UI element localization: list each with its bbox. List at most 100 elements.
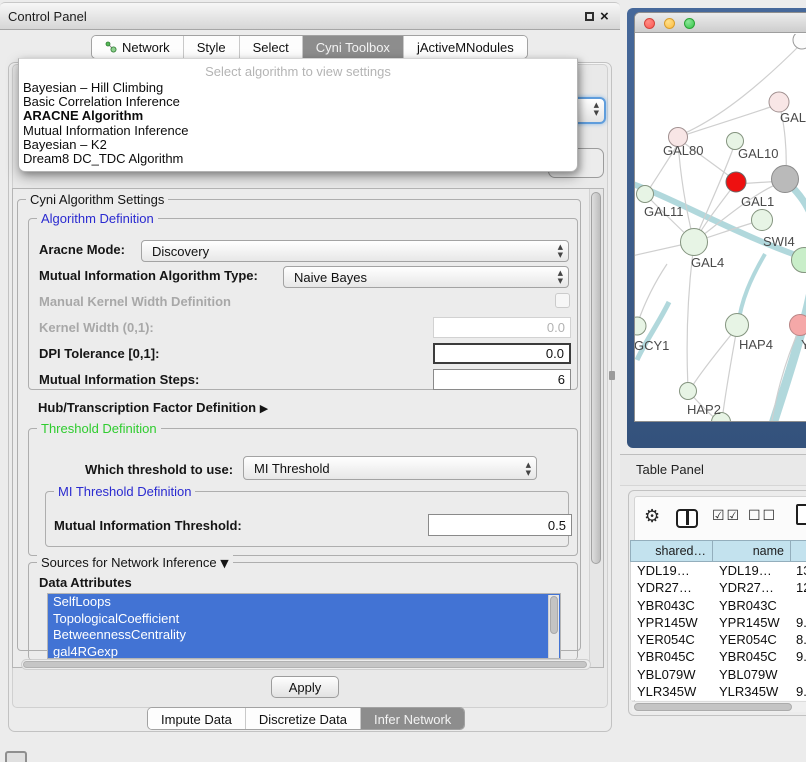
table-row[interactable]: YDR27…YDR27…12	[631, 579, 806, 596]
collapsed-arrow-icon: ▶	[260, 402, 268, 415]
tab-discretize-data[interactable]: Discretize Data	[246, 708, 361, 730]
label-gal10: GAL10	[738, 146, 778, 161]
node-unlabeled[interactable]	[793, 34, 806, 49]
sources-title[interactable]: Sources for Network Inference ▼	[37, 555, 233, 570]
zoom-traffic-light-icon[interactable]	[684, 18, 695, 29]
attribute-topologicalcoefficient[interactable]: TopologicalCoefficient	[48, 611, 560, 628]
network-window-titlebar[interactable]	[635, 13, 806, 33]
table-panel-title: Table Panel	[636, 454, 704, 486]
label-hap4: HAP4	[739, 337, 773, 352]
mi-algorithm-type-combobox[interactable]: Naive Bayes ▲▼	[283, 266, 569, 288]
stepper-icon: ▲▼	[526, 461, 531, 477]
threshold-definition-title: Threshold Definition	[37, 421, 161, 436]
attribute-selfloops[interactable]: SelfLoops	[48, 594, 560, 611]
node-gal1[interactable]	[752, 210, 773, 231]
vertical-scrollbar[interactable]	[589, 189, 603, 667]
tab-infer-network[interactable]: Infer Network	[361, 708, 464, 730]
horizontal-scrollbar-thumb[interactable]	[23, 661, 587, 668]
label-gal-partial: GAL	[780, 110, 806, 125]
node-hap2[interactable]	[680, 383, 697, 400]
column-header-clipped[interactable]	[791, 541, 806, 561]
label-y-partial: Y	[801, 337, 806, 352]
node-gray[interactable]	[772, 166, 799, 193]
tab-impute-data[interactable]: Impute Data	[148, 708, 246, 730]
dropdown-item-aracne[interactable]: ARACNE Algorithm	[19, 109, 577, 123]
table-horizontal-scrollbar[interactable]	[632, 701, 806, 712]
panel-resize-handle[interactable]	[609, 371, 615, 380]
control-panel-tabbar: Network Style Select Cyni Toolbox jActiv…	[91, 35, 528, 59]
close-traffic-light-icon[interactable]	[644, 18, 655, 29]
dropdown-item-dream8[interactable]: Dream8 DC_TDC Algorithm	[19, 152, 577, 166]
attribute-betweennesscentrality[interactable]: BetweennessCentrality	[48, 627, 560, 644]
tab-select[interactable]: Select	[240, 36, 303, 58]
horizontal-scrollbar[interactable]	[21, 659, 591, 670]
minimized-panel-icon[interactable]	[5, 751, 27, 762]
table-row[interactable]: YPR145WYPR145W9.	[631, 614, 806, 631]
table-row[interactable]: YBR043CYBR043C	[631, 597, 806, 614]
data-attributes-label: Data Attributes	[39, 575, 132, 590]
mi-steps-input[interactable]: 6	[433, 369, 571, 390]
table-row[interactable]: YDL19…YDL19…13	[631, 562, 806, 579]
dropdown-item-bayesian-hill-climbing[interactable]: Bayesian – Hill Climbing	[19, 81, 577, 95]
mi-threshold-input[interactable]: 0.5	[428, 514, 572, 536]
document-icon[interactable]	[796, 504, 806, 525]
mi-threshold-definition-title: MI Threshold Definition	[54, 484, 195, 499]
vertical-scrollbar-thumb[interactable]	[591, 192, 601, 564]
table-row[interactable]: YLR345WYLR345W9.	[631, 683, 806, 700]
tab-cyni-toolbox[interactable]: Cyni Toolbox	[303, 36, 404, 58]
cyni-algorithm-settings-title: Cyni Algorithm Settings	[26, 192, 168, 207]
tab-style[interactable]: Style	[184, 36, 240, 58]
stepper-icon: ▲▼	[558, 269, 563, 285]
threshold-definition-group: Threshold Definition Which threshold to …	[28, 428, 578, 556]
node-y-partial[interactable]	[790, 315, 806, 336]
list-scrollbar-thumb[interactable]	[550, 596, 558, 634]
gear-icon[interactable]: ⚙	[644, 505, 660, 529]
list-scrollbar[interactable]	[548, 595, 559, 658]
node-gal-partial[interactable]	[769, 92, 789, 112]
table-row[interactable]: YER054CYER054C8.	[631, 631, 806, 648]
table-header-row: shared… name	[630, 540, 806, 562]
close-icon[interactable]: ×	[600, 6, 609, 28]
label-gal4: GAL4	[691, 255, 724, 270]
algorithm-definition-title: Algorithm Definition	[37, 211, 158, 226]
network-icon	[105, 41, 117, 53]
network-nodes	[635, 34, 806, 422]
tab-jactivemnodules[interactable]: jActiveMNodules	[404, 36, 527, 58]
table-row[interactable]: YBL079WYBL079W	[631, 666, 806, 683]
dropdown-item-mutual-information[interactable]: Mutual Information Inference	[19, 124, 577, 138]
column-header-name[interactable]: name	[713, 541, 791, 561]
which-threshold-combobox[interactable]: MI Threshold ▲▼	[243, 456, 537, 480]
table-horizontal-scrollbar-thumb[interactable]	[634, 703, 792, 711]
tab-network[interactable]: Network	[92, 36, 184, 58]
node-gal4[interactable]	[681, 229, 708, 256]
column-layout-icon[interactable]	[676, 509, 698, 528]
aracne-mode-combobox[interactable]: Discovery ▲▼	[141, 240, 569, 262]
node-red-selected[interactable]	[726, 172, 746, 192]
dropdown-item-bayesian-k2[interactable]: Bayesian – K2	[19, 138, 577, 152]
attribute-gal4rgexp[interactable]: gal4RGexp	[48, 644, 560, 660]
node-gal11[interactable]	[637, 186, 654, 203]
apply-button[interactable]: Apply	[271, 676, 339, 698]
table-row[interactable]: YBR045CYBR045C9.	[631, 648, 806, 665]
settings-scrollpane: Cyni Algorithm Settings Algorithm Defini…	[12, 188, 604, 668]
network-graph: GAL GAL80 GAL10 GAL1 GAL11 GAL4 SWI4 GCY…	[635, 34, 806, 422]
node-gcy1[interactable]	[635, 317, 646, 335]
mi-threshold-definition-group: MI Threshold Definition Mutual Informati…	[45, 491, 569, 547]
network-node-labels: GAL GAL80 GAL10 GAL1 GAL11 GAL4 SWI4 GCY…	[635, 110, 806, 417]
float-window-icon[interactable]	[585, 12, 594, 21]
table-body: YDL19…YDL19…13 YDR27…YDR27…12 YBR043CYBR…	[630, 562, 806, 700]
dropdown-prompt: Select algorithm to view settings	[19, 59, 577, 81]
network-canvas[interactable]: GAL GAL80 GAL10 GAL1 GAL11 GAL4 SWI4 GCY…	[635, 34, 806, 422]
label-hap2: HAP2	[687, 402, 721, 417]
algorithm-definition-group: Algorithm Definition Aracne Mode: Discov…	[28, 218, 578, 390]
expanded-arrow-icon: ▼	[220, 557, 228, 570]
minimize-traffic-light-icon[interactable]	[664, 18, 675, 29]
column-header-shared[interactable]: shared…	[631, 541, 713, 561]
network-window: GAL GAL80 GAL10 GAL1 GAL11 GAL4 SWI4 GCY…	[634, 12, 806, 422]
hub-section-toggle[interactable]: Hub/Transcription Factor Definition ▶	[38, 400, 268, 415]
node-hap4[interactable]	[726, 314, 749, 337]
deselect-all-checkboxes-icon[interactable]: ☐☐	[748, 508, 777, 524]
dpi-tolerance-input[interactable]: 0.0	[433, 343, 571, 364]
select-all-checkboxes-icon[interactable]: ☑☑	[712, 508, 741, 524]
dropdown-item-basic-correlation[interactable]: Basic Correlation Inference	[19, 95, 577, 109]
